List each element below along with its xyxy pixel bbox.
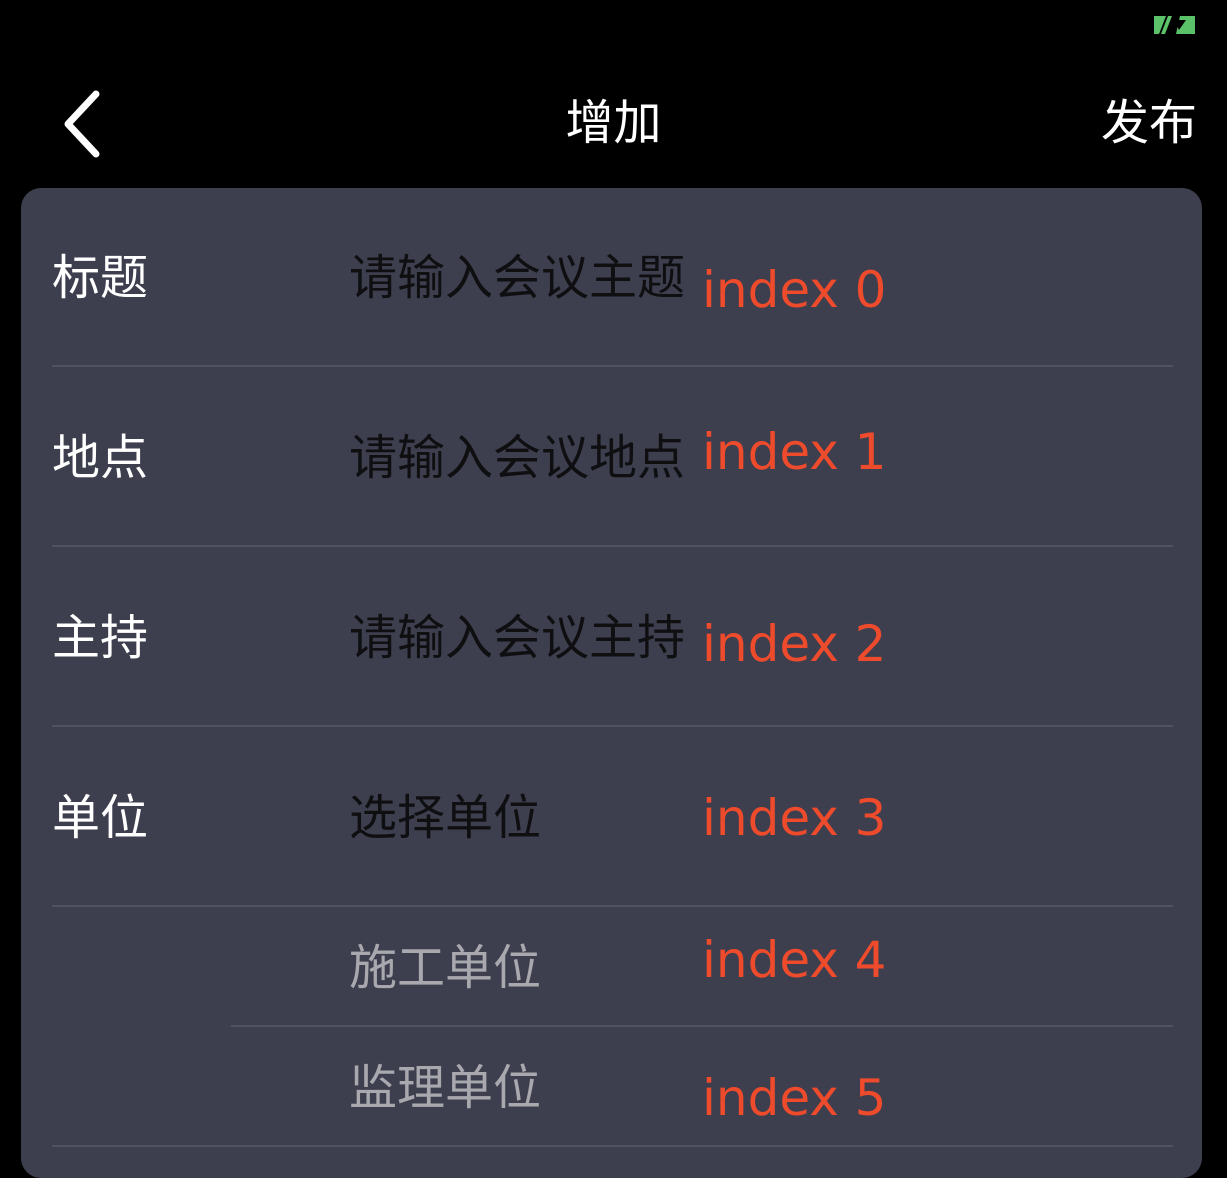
unit-select[interactable]: 选择单位 [349, 788, 541, 848]
row-divider [52, 545, 1173, 547]
navigation-bar: 增加 发布 [0, 60, 1227, 188]
publish-button[interactable]: 发布 [1101, 90, 1197, 156]
index-label: index 1 [702, 423, 887, 481]
row-divider [231, 1025, 1173, 1027]
index-label: index 5 [702, 1069, 887, 1127]
location-label: 地点 [52, 430, 149, 486]
index-label: index 2 [702, 615, 887, 673]
title-input[interactable]: 请输入会议主题 [349, 248, 685, 308]
page-title: 增加 [565, 95, 662, 151]
battery-charging-icon [1154, 16, 1195, 34]
unit-label: 单位 [52, 790, 149, 846]
unit-option-label: 施工单位 [349, 940, 542, 996]
row-divider [52, 365, 1173, 367]
title-label: 标题 [52, 250, 149, 306]
row-divider [52, 905, 1173, 907]
row-divider [52, 725, 1173, 727]
meeting-form-card: 标题 请输入会议主题 index 0 地点 请输入会议地点 index 1 主持… [21, 188, 1202, 1178]
host-input[interactable]: 请输入会议主持 [349, 608, 685, 668]
index-label: index 3 [702, 789, 887, 847]
unit-option-label: 监理单位 [349, 1060, 542, 1116]
row-divider [52, 1145, 1173, 1147]
location-input[interactable]: 请输入会议地点 [349, 428, 685, 488]
host-label: 主持 [52, 610, 149, 666]
index-label: index 4 [702, 931, 887, 989]
index-label: index 0 [702, 261, 887, 319]
